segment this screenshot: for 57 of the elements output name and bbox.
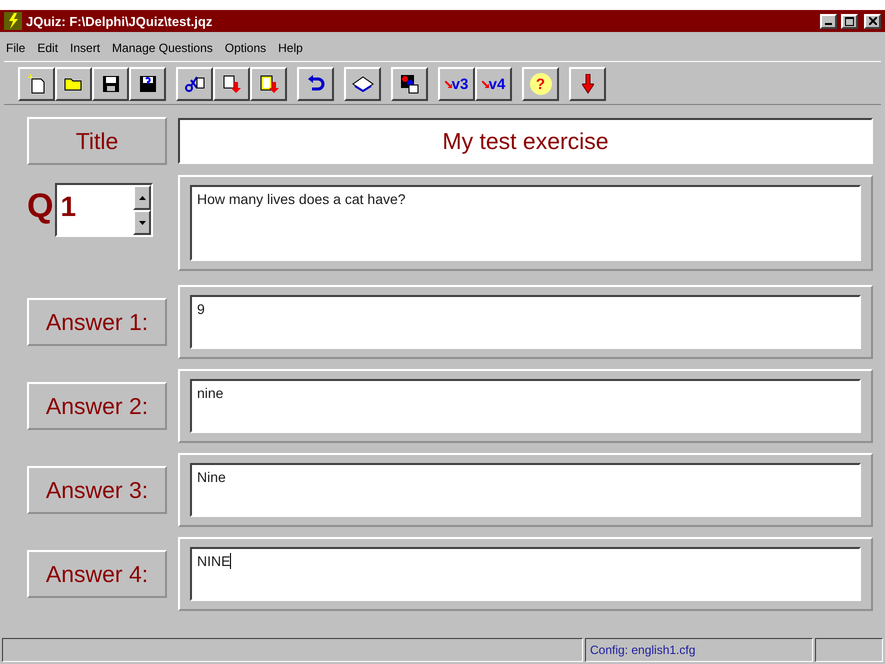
toolbar-button[interactable]	[344, 67, 381, 101]
answer-field[interactable]: nine	[190, 379, 861, 433]
menu-item[interactable]: Options	[224, 41, 266, 55]
toolbar-button[interactable]	[92, 67, 129, 101]
scissors-icon	[184, 75, 204, 93]
menu-item[interactable]: Manage Questions	[112, 41, 213, 55]
answer-label: Answer 3:	[27, 466, 167, 514]
version-button[interactable]: v3	[438, 67, 475, 101]
menu-item[interactable]: Insert	[70, 41, 100, 55]
answer-label: Answer 1:	[27, 298, 167, 346]
shapes-icon	[400, 74, 420, 94]
answer-field[interactable]: NINE	[190, 547, 861, 601]
answer-label: Answer 4:	[27, 550, 167, 598]
version-button[interactable]: v4	[475, 67, 512, 101]
window-title: JQuiz: F:\Delphi\JQuiz\test.jqz	[26, 14, 214, 28]
new-file-icon	[28, 74, 46, 94]
maximize-icon	[845, 16, 854, 26]
toolbar-button[interactable]	[55, 67, 92, 101]
clipboard-icon	[258, 74, 278, 94]
question-field[interactable]: How many lives does a cat have?	[190, 185, 861, 261]
toolbar-button[interactable]	[297, 67, 334, 101]
toolbar-button[interactable]	[18, 67, 55, 101]
toolbar-button[interactable]	[213, 67, 250, 101]
question-label: Q	[27, 186, 54, 227]
maximize-button[interactable]	[841, 14, 858, 28]
down-triangle-icon	[138, 220, 146, 224]
menu-item[interactable]: Help	[278, 41, 303, 55]
toolbar-button[interactable]	[250, 67, 287, 101]
title-field[interactable]: My test exercise	[178, 118, 873, 164]
toolbar-button[interactable]	[569, 67, 606, 101]
close-button[interactable]	[864, 14, 881, 28]
arrow-icon	[444, 80, 452, 88]
config-status: Config: english1.cfg	[585, 638, 813, 662]
close-icon	[868, 17, 876, 25]
lightning-logo-icon	[4, 12, 22, 30]
menu-item[interactable]: File	[6, 41, 26, 55]
question-number-spinner[interactable]: 1	[55, 183, 154, 237]
status-pane	[815, 638, 883, 662]
spin-up-button[interactable]	[133, 185, 152, 210]
menu-item[interactable]: Edit	[37, 41, 58, 55]
book-icon	[352, 76, 374, 92]
answer-label: Answer 2:	[27, 382, 167, 430]
minimize-button[interactable]	[820, 14, 837, 28]
arrow-icon	[482, 80, 489, 88]
folder-icon	[64, 77, 84, 91]
answer-field[interactable]: Nine	[190, 463, 861, 517]
help-button[interactable]: ?	[522, 67, 559, 101]
toolbar-button[interactable]	[391, 67, 428, 101]
down-arrow-icon	[582, 74, 594, 94]
toolbar-button[interactable]	[129, 67, 166, 101]
answer-field[interactable]: 9	[190, 295, 861, 349]
up-triangle-icon	[138, 196, 146, 200]
spin-down-button[interactable]	[133, 210, 152, 235]
title-label: Title	[27, 117, 167, 165]
toolbar-button[interactable]	[176, 67, 213, 101]
copy-icon	[222, 74, 242, 94]
undo-arrow-icon	[306, 75, 324, 93]
